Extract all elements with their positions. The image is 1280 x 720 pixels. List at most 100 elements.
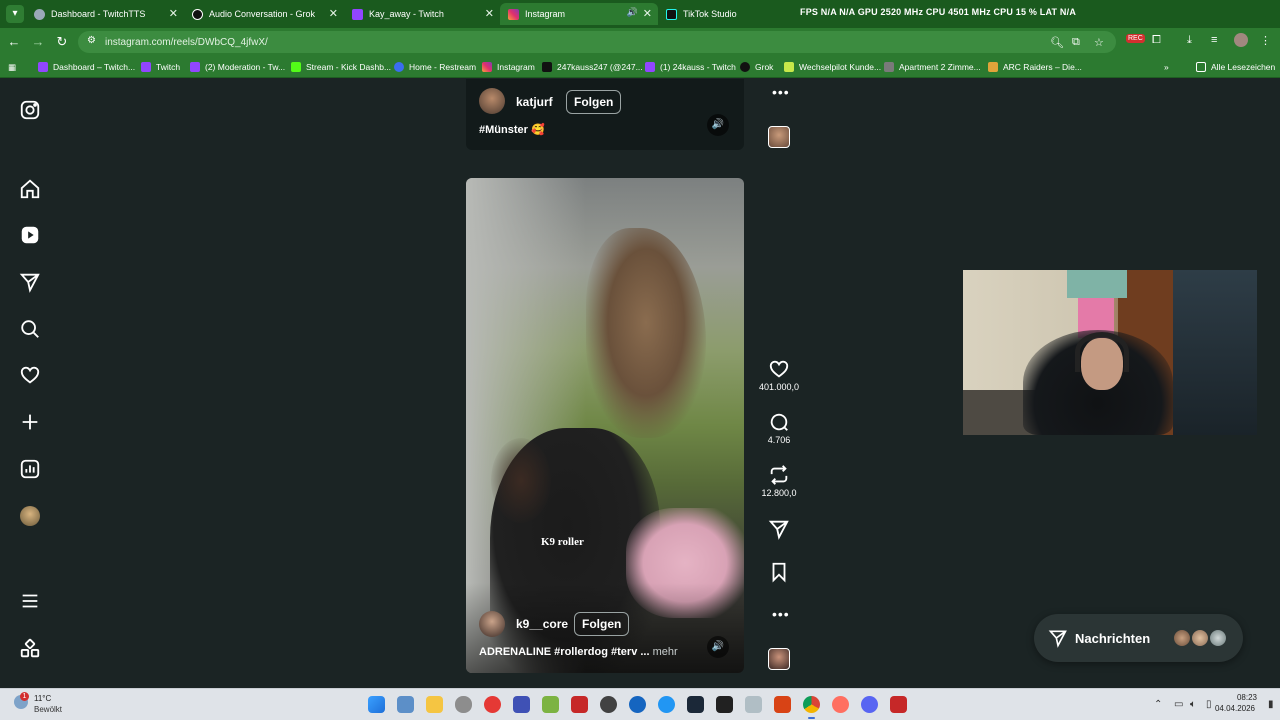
reels-icon[interactable] [19, 224, 41, 246]
all-bookmarks-folder[interactable]: Alle Lesezeichen [1196, 60, 1275, 74]
also-from-meta-icon[interactable] [19, 638, 41, 660]
reel-username[interactable]: k9__core [516, 617, 568, 631]
clock-date[interactable]: 04.04.2026 [1210, 704, 1260, 713]
bookmark-item[interactable]: (2) Moderation - Tw... [190, 60, 285, 74]
tab-audio-conversation-grok[interactable]: Audio Conversation - Grok ✕ [184, 3, 344, 25]
windows-start-icon[interactable] [368, 696, 385, 713]
like-count: 401.000,0 [758, 382, 800, 392]
bookmark-item[interactable]: Dashboard – Twitch... [38, 60, 135, 74]
create-plus-icon[interactable] [19, 411, 41, 433]
profile-avatar[interactable] [1234, 33, 1248, 47]
share-button[interactable] [749, 518, 809, 540]
menu-kebab-icon[interactable]: ⋮ [1260, 34, 1271, 47]
stream-app-icon[interactable] [774, 696, 791, 713]
avatar [1208, 628, 1228, 648]
extensions-puzzle-icon[interactable]: ⧠ [1152, 34, 1161, 47]
tab-tiktok-studio[interactable]: TikTok Studio [658, 3, 798, 25]
previous-reel[interactable]: katjurf Folgen #Münster 🥰 🔊 [466, 79, 744, 150]
speaker-icon[interactable]: 🔊 [627, 7, 638, 18]
tab-kay-away-twitch[interactable]: Kay_away - Twitch ✕ [344, 3, 500, 25]
bookmark-item[interactable]: Stream - Kick Dashb... [291, 60, 391, 74]
address-field[interactable]: ⚙ instagram.com/reels/DWbCQ_4jfwX/ 🔍︎ ⧉ … [78, 31, 1116, 53]
volume-icon[interactable]: 🔈︎ [1190, 699, 1196, 710]
bookmark-item[interactable]: 247kauss247 (@247... [542, 60, 643, 74]
search-icon[interactable] [19, 318, 41, 340]
more-link[interactable]: mehr [653, 646, 678, 658]
follow-button[interactable]: Folgen [574, 612, 630, 636]
dashboard-chart-icon[interactable] [19, 458, 41, 480]
follow-button[interactable]: Folgen [566, 90, 622, 114]
mouse-app-icon[interactable] [455, 696, 472, 713]
recorder-app-icon[interactable] [571, 696, 588, 713]
bookmark-star-icon[interactable]: ☆ [1094, 36, 1104, 49]
clock-time[interactable]: 08:23 [1229, 693, 1265, 702]
obs-icon[interactable] [600, 696, 617, 713]
steam-icon[interactable] [687, 696, 704, 713]
bookmark-item[interactable]: Grok [740, 60, 773, 74]
instagram-logo-icon[interactable] [19, 99, 41, 121]
bookmark-item[interactable]: (1) 24kauss - Twitch [645, 60, 736, 74]
calculator-icon[interactable] [397, 696, 414, 713]
avatar[interactable] [479, 88, 505, 114]
site-info-icon[interactable]: ⚙ [87, 35, 96, 46]
heart-icon[interactable] [19, 364, 41, 386]
speaker-icon[interactable]: 🔊 [707, 636, 729, 658]
reel-username[interactable]: katjurf [516, 95, 553, 109]
close-tab-icon[interactable]: ✕ [169, 7, 178, 20]
bookmark-label: Instagram [497, 62, 535, 72]
bookmark-item[interactable]: ARC Raiders – Die... [988, 60, 1082, 74]
close-tab-icon[interactable]: ✕ [329, 7, 338, 20]
close-tab-icon[interactable]: ✕ [643, 7, 652, 20]
tab-dashboard-twitchtts[interactable]: Dashboard - TwitchTTS ✕ [26, 3, 184, 25]
comment-button[interactable]: 4.706 [749, 411, 809, 445]
edge-like-icon[interactable] [629, 696, 646, 713]
install-app-icon[interactable]: ⧉ [1072, 36, 1080, 49]
vegas-v-icon[interactable] [513, 696, 530, 713]
speaker-icon[interactable]: 🔊 [707, 114, 729, 136]
reading-list-icon[interactable]: ≡ [1211, 34, 1217, 46]
reload-icon[interactable]: ↻ [54, 34, 70, 50]
zoom-icon[interactable]: 🔍︎ [1050, 36, 1064, 49]
apps-grid-icon[interactable]: ▦ [8, 60, 16, 74]
save-button[interactable] [749, 561, 809, 583]
opera-icon[interactable] [832, 696, 849, 713]
bookmark-item[interactable]: Home - Restream [394, 60, 476, 74]
network-icon[interactable]: ▭ [1174, 699, 1183, 710]
more-bookmarks-icon[interactable]: » [1164, 60, 1169, 74]
like-button[interactable]: 401.000,0 [749, 358, 809, 392]
notification-bell-icon[interactable]: ▮ [1268, 699, 1274, 710]
more-options-icon[interactable]: ••• [772, 84, 790, 100]
tray-expand-icon[interactable]: ⌃ [1154, 699, 1162, 710]
app-red-icon[interactable] [484, 696, 501, 713]
discord-icon[interactable] [861, 696, 878, 713]
file-explorer-icon[interactable] [426, 696, 443, 713]
bookmark-item[interactable]: Wechselpilot Kunde... [784, 60, 881, 74]
reel-video[interactable]: K9 roller k9__core Folgen ADRENALINE #ro… [466, 178, 744, 673]
audio-thumbnail[interactable] [768, 648, 790, 670]
bookmark-item[interactable]: Twitch [141, 60, 180, 74]
avatar[interactable] [479, 611, 505, 637]
repost-button[interactable]: 12.800,0 [749, 464, 809, 498]
direct-send-icon[interactable] [19, 271, 41, 293]
terminal-icon[interactable] [716, 696, 733, 713]
chrome-icon[interactable] [803, 696, 820, 719]
tab-search-button[interactable]: ▾ [6, 5, 24, 23]
blue-app-icon[interactable] [658, 696, 675, 713]
extension-record-icon[interactable]: REC [1126, 34, 1145, 43]
home-icon[interactable] [19, 178, 41, 200]
hamburger-menu-icon[interactable] [19, 590, 41, 612]
download-icon[interactable]: ⤓ [1187, 34, 1192, 47]
layers-app-icon[interactable] [542, 696, 559, 713]
bookmark-item[interactable]: Instagram [482, 60, 535, 74]
messages-button[interactable]: Nachrichten [1034, 614, 1243, 662]
settings-app-icon[interactable] [745, 696, 762, 713]
back-arrow-icon[interactable]: ← [6, 34, 22, 50]
forward-arrow-icon[interactable]: → [30, 34, 46, 50]
bookmark-item[interactable]: Apartment 2 Zimme... [884, 60, 981, 74]
audio-thumbnail[interactable] [768, 126, 790, 148]
close-tab-icon[interactable]: ✕ [485, 7, 494, 20]
profile-avatar[interactable] [19, 505, 41, 527]
tab-instagram[interactable]: Instagram 🔊 ✕ [500, 3, 658, 25]
stream-app-icon[interactable] [890, 696, 907, 713]
more-options-icon[interactable]: ••• [772, 606, 790, 622]
